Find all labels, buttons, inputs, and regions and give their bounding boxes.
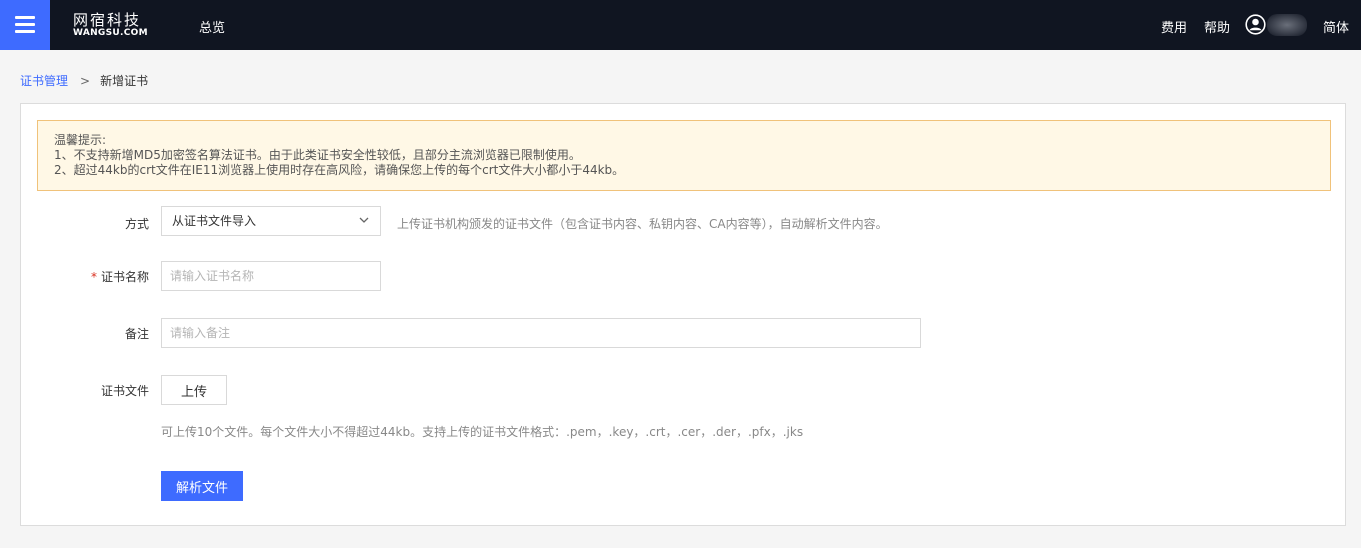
cert-name-input[interactable] bbox=[161, 261, 381, 291]
brand-logo[interactable]: 网宿科技 WANGSU.COM bbox=[73, 12, 148, 39]
logo-english-text: WANGSU.COM bbox=[73, 28, 148, 38]
user-avatar-icon[interactable] bbox=[1245, 14, 1266, 35]
notice-title: 温馨提示: bbox=[54, 133, 107, 147]
breadcrumb-cert-management[interactable]: 证书管理 bbox=[20, 74, 68, 88]
upload-hint: 可上传10个文件。每个文件大小不得超过44kb。支持上传的证书文件格式：.pem… bbox=[161, 425, 804, 439]
import-method-select[interactable]: 从证书文件导入 bbox=[161, 206, 381, 236]
parse-file-button[interactable]: 解析文件 bbox=[161, 471, 243, 501]
required-asterisk: * bbox=[90, 270, 97, 284]
fees-link[interactable]: 费用 bbox=[1161, 17, 1187, 36]
notice-line-1: 1、不支持新增MD5加密签名算法证书。由于此类证书安全性较低，且部分主流浏览器已… bbox=[54, 148, 581, 162]
user-name-blurred[interactable] bbox=[1267, 14, 1307, 36]
method-hint: 上传证书机构颁发的证书文件（包含证书内容、私钥内容、CA内容等），自动解析文件内… bbox=[397, 217, 888, 231]
warning-notice: 温馨提示: 1、不支持新增MD5加密签名算法证书。由于此类证书安全性较低，且部分… bbox=[37, 120, 1331, 191]
language-switch[interactable]: 简体 bbox=[1323, 17, 1349, 36]
breadcrumb: 证书管理 > 新增证书 bbox=[20, 72, 148, 89]
add-certificate-card: 温馨提示: 1、不支持新增MD5加密签名算法证书。由于此类证书安全性较低，且部分… bbox=[20, 103, 1346, 526]
breadcrumb-current: 新增证书 bbox=[100, 74, 149, 88]
cert-file-label: 证书文件 bbox=[100, 384, 149, 398]
cert-name-label-text: 证书名称 bbox=[100, 270, 149, 284]
hamburger-menu-icon[interactable] bbox=[0, 0, 50, 50]
help-link[interactable]: 帮助 bbox=[1204, 17, 1230, 36]
note-label: 备注 bbox=[124, 327, 149, 341]
logo-chinese-text: 网宿科技 bbox=[73, 11, 142, 29]
cert-name-label: * 证书名称 bbox=[29, 268, 149, 285]
notice-line-2: 2、超过44kb的crt文件在IE11浏览器上使用时存在高风险，请确保您上传的每… bbox=[54, 163, 625, 177]
method-label: 方式 bbox=[124, 217, 149, 231]
chevron-down-icon bbox=[359, 217, 369, 223]
note-input[interactable] bbox=[161, 318, 921, 348]
upload-button[interactable]: 上传 bbox=[161, 375, 227, 405]
breadcrumb-separator: > bbox=[80, 74, 91, 88]
nav-overview-link[interactable]: 总览 bbox=[199, 17, 225, 36]
import-method-value: 从证书文件导入 bbox=[172, 214, 257, 228]
top-navigation-bar: 网宿科技 WANGSU.COM 总览 费用 帮助 简体 bbox=[0, 0, 1361, 50]
